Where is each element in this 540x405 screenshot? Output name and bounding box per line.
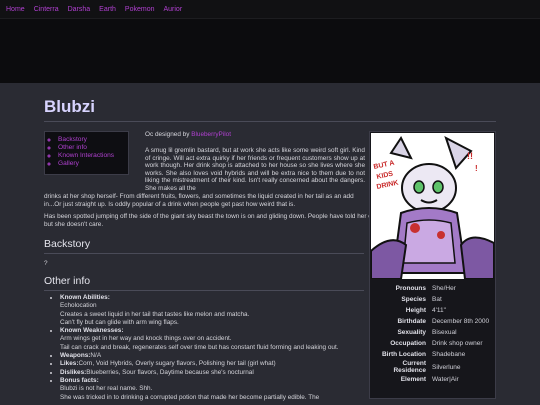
other-info-text: Blubzi is not her real name. Shh.: [60, 385, 153, 393]
nav-link-cinterra[interactable]: Cinterra: [34, 6, 59, 13]
table-of-contents: BackstoryOther infoKnown InteractionsGal…: [44, 131, 129, 175]
infobox-key: Height: [405, 307, 426, 314]
other-info-item: She was tricked in to drinking a corrupt…: [60, 394, 375, 402]
other-info-divider: [44, 290, 364, 291]
toc-link-other-info[interactable]: Other info: [58, 144, 87, 151]
infobox-key: Birthdate: [397, 318, 426, 325]
infobox-row: Pronouns She/Her: [370, 283, 495, 294]
nav-link-pokemon[interactable]: Pokemon: [125, 6, 155, 13]
top-nav: Home Cinterra Darsha Earth Pokemon Aurior: [0, 0, 540, 19]
design-credit: Oc designed by BlueberryPilot: [145, 131, 365, 139]
header-banner: [0, 19, 540, 83]
other-info-item: Can't fly but can glide with arm wing fl…: [60, 319, 375, 327]
nav-link-earth[interactable]: Earth: [99, 6, 116, 13]
other-info-text: Can't fly but can glide with arm wing fl…: [60, 318, 179, 326]
backstory-divider: [44, 253, 364, 254]
other-info-text: Creates a sweet liquid in her tail that …: [60, 310, 250, 318]
other-info-item: Bonus facts:: [60, 377, 375, 385]
page-body: Blubzi BackstoryOther infoKnown Interact…: [0, 83, 540, 405]
title-divider: [44, 121, 496, 122]
other-info-label: Weapons:: [60, 352, 91, 360]
infobox-key: Species: [401, 296, 426, 303]
infobox-row: Birthdate December 8th 2000: [370, 316, 495, 327]
other-info-item: Likes:Corn, Void Hybrids, Overly sugary …: [60, 360, 375, 368]
other-info-text: Tail can crack and break, regenerates se…: [60, 343, 339, 351]
backstory-heading: Backstory: [44, 238, 91, 250]
infobox-key: Occupation: [390, 340, 426, 347]
nav-link-home[interactable]: Home: [6, 6, 25, 13]
toc-item: Backstory: [58, 136, 128, 144]
toc-item: Gallery: [58, 160, 128, 168]
infobox-key: Sexuality: [397, 329, 426, 336]
other-info-heading: Other info: [44, 275, 91, 287]
other-info-list: Known Abilities:EcholocationCreates a sw…: [52, 294, 375, 402]
infobox-row: Current Residence Silverlune: [370, 360, 495, 374]
backstory-text: ?: [44, 260, 48, 267]
page-title: Blubzi: [44, 97, 95, 116]
other-info-text: Arm wings get in her way and knock thing…: [60, 335, 232, 343]
credit-prefix: Oc designed by: [145, 131, 190, 138]
other-info-label: Known Abilities:: [60, 294, 110, 301]
infobox-key: Birth Location: [381, 351, 426, 358]
other-info-label: Dislikes:: [60, 368, 87, 376]
infobox-row: Birth Location Shadebane: [370, 349, 495, 360]
description-paragraph-cont: drinks at her shop herself- From differe…: [44, 193, 354, 208]
svg-text:!: !: [475, 164, 478, 173]
infobox-row: Height 4'11": [370, 305, 495, 316]
description-paragraph: A smug lil gremlin bastard, but at work …: [145, 147, 365, 192]
infobox-value: Bisexual: [432, 329, 457, 336]
other-info-label: Likes:: [60, 360, 79, 368]
other-info-text: N/A: [90, 352, 102, 360]
other-info-item: Echolocation: [60, 302, 375, 310]
infobox-key: Current Residence: [393, 360, 426, 374]
other-info-text: She was tricked in to drinking a corrupt…: [60, 393, 320, 401]
other-info-item: Arm wings get in her way and knock thing…: [60, 335, 375, 343]
infobox-value: 4'11": [432, 307, 446, 314]
infobox-row: Sexuality Bisexual: [370, 327, 495, 338]
character-infobox: BUT A KIDS DRINK !! ! Pronouns She/Her Spe…: [369, 131, 496, 399]
infobox-key: Pronouns: [395, 285, 426, 292]
infobox-value: Shadebane: [432, 351, 466, 358]
toc-item: Other info: [58, 144, 128, 152]
infobox-row: Element Water|Air: [370, 374, 495, 385]
toc-link-gallery[interactable]: Gallery: [58, 160, 79, 167]
other-info-text: Echolocation: [60, 302, 97, 310]
other-info-label: Known Weaknesses:: [60, 327, 124, 335]
infobox-value: Bat: [432, 296, 442, 303]
svg-text:!!: !!: [467, 151, 473, 161]
other-info-item: Tail can crack and break, regenerates se…: [60, 344, 375, 352]
other-info-text: Blueberries, Sour flavors, Daytime becau…: [86, 368, 254, 376]
other-info-text: Corn, Void Hybrids, Overly sugary flavor…: [78, 360, 276, 368]
other-info-item: Weapons:N/A: [60, 352, 375, 360]
other-info-item: Creates a sweet liquid in her tail that …: [60, 311, 375, 319]
infobox-row: Occupation Drink shop owner: [370, 338, 495, 349]
infobox-value: December 8th 2000: [432, 318, 490, 325]
infobox-row: Species Bat: [370, 294, 495, 305]
toc-link-backstory[interactable]: Backstory: [58, 136, 87, 143]
designer-link[interactable]: BlueberryPilot: [191, 131, 231, 138]
toc-link-known-interactions[interactable]: Known Interactions: [58, 152, 114, 159]
other-info-item: Dislikes:Blueberries, Sour flavors, Dayt…: [60, 369, 375, 377]
nav-link-darsha[interactable]: Darsha: [68, 6, 91, 13]
infobox-value: Water|Air: [432, 376, 459, 383]
infobox-value: Silverlune: [432, 363, 461, 371]
other-info-label: Bonus facts:: [60, 376, 99, 384]
character-portrait: BUT A KIDS DRINK !! !: [370, 133, 495, 280]
other-info-item: Known Weaknesses:: [60, 327, 375, 335]
infobox-value: She/Her: [432, 285, 456, 292]
toc-item: Known Interactions: [58, 152, 128, 160]
other-info-item: Blubzi is not her real name. Shh.: [60, 385, 375, 393]
other-info-item: Known Abilities:: [60, 294, 375, 302]
nav-link-aurior[interactable]: Aurior: [163, 6, 182, 13]
infobox-key: Element: [400, 376, 426, 383]
infobox-value: Drink shop owner: [432, 340, 483, 347]
